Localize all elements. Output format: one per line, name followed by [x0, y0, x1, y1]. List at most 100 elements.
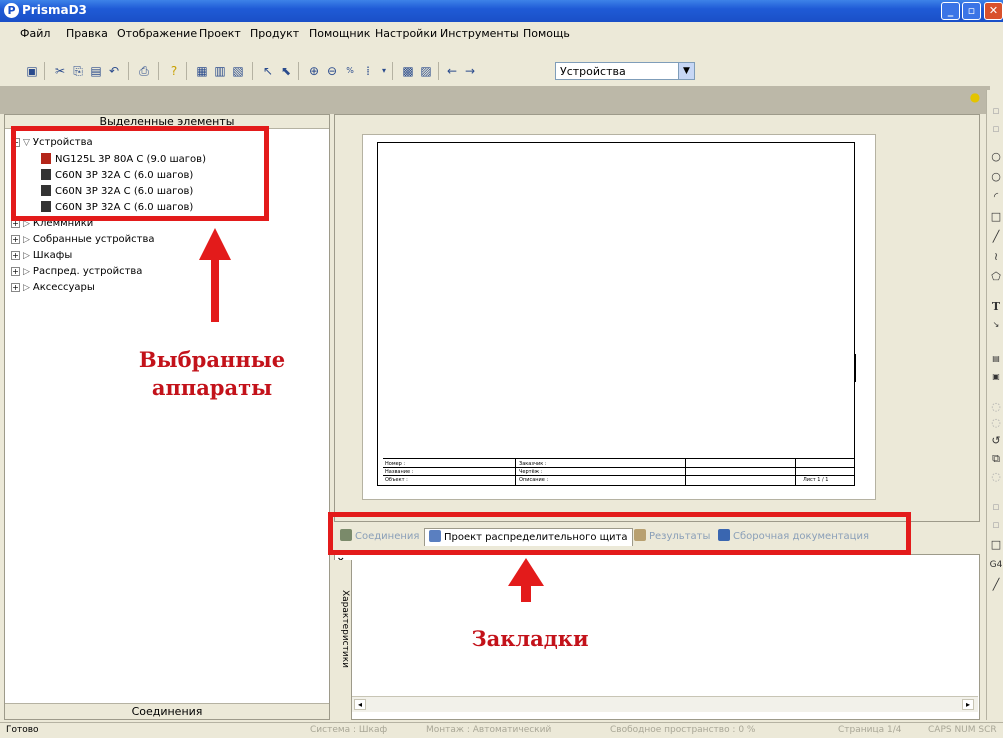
title-block-line [515, 459, 516, 485]
tree-expand-toggle[interactable]: + [11, 267, 20, 276]
title-block-line [685, 459, 686, 485]
app-logo-icon: P [4, 3, 19, 18]
frame-marker [854, 354, 856, 382]
tool-icon[interactable]: ▫ [989, 104, 1003, 118]
polygon-icon[interactable]: ⬠ [989, 270, 1003, 284]
dimension-icon[interactable]: ↘ [989, 318, 1003, 332]
tree-node-distribution-devices[interactable]: ▷ Распред. устройства [23, 266, 142, 277]
title-block-field: Объект : [385, 477, 408, 483]
diagonal-line-icon[interactable]: ╱ [989, 578, 1003, 592]
paste-icon[interactable]: ▤ [88, 63, 104, 79]
panel-icon[interactable]: ▦ [194, 63, 210, 79]
rotate-icon[interactable]: ↺ [989, 434, 1003, 448]
help-icon[interactable]: ? [166, 63, 182, 79]
title-block-field: Номер : [385, 461, 406, 467]
print-icon[interactable]: ⎙ [136, 63, 152, 79]
grid-icon[interactable]: ⁞ [360, 63, 376, 79]
maximize-button[interactable]: ▫ [962, 2, 981, 20]
tree-expand-toggle[interactable]: + [11, 283, 20, 292]
polyline-icon[interactable]: ≀ [989, 250, 1003, 264]
disabled-tool-icon[interactable]: ▫ [989, 518, 1003, 532]
ellipse-icon[interactable]: ○ [989, 150, 1003, 164]
select-icon[interactable]: ⬉ [278, 63, 294, 79]
toolbar-separator [44, 62, 45, 80]
pointer-icon[interactable]: ↖ [260, 63, 276, 79]
tree-node-assembled-devices[interactable]: ▷ Собранные устройства [23, 234, 155, 245]
menu-settings[interactable]: Настройки [375, 27, 437, 40]
title-block-sheet-number: Лист 1 / 1 [803, 477, 829, 483]
zoom-100-icon[interactable]: % [342, 63, 358, 79]
close-button[interactable]: ✕ [984, 2, 1003, 20]
zoom-out-icon[interactable]: ⊖ [324, 63, 340, 79]
view-a-icon[interactable]: ▩ [400, 63, 416, 79]
device-type-select[interactable]: Устройства ▼ [555, 62, 695, 80]
tree-icon[interactable]: ▥ [212, 63, 228, 79]
tree-node-accessories[interactable]: ▷ Аксессуары [23, 282, 95, 293]
tool-icon[interactable]: ▫ [989, 122, 1003, 136]
circle-icon[interactable]: ○ [989, 170, 1003, 184]
tree-expand-toggle[interactable]: + [11, 251, 20, 260]
menu-file[interactable]: Файл [20, 27, 50, 40]
chevron-down-icon[interactable]: ▾ [376, 63, 392, 79]
status-page: Страница 1/4 [838, 725, 902, 735]
horizontal-scrollbar[interactable]: ◂ ▸ [352, 696, 978, 712]
undo-icon[interactable]: ↶ [106, 63, 122, 79]
triangle-right-icon: ▷ [23, 267, 30, 277]
disabled-tool-icon[interactable]: ▫ [989, 500, 1003, 514]
menu-help[interactable]: Помощь [523, 27, 570, 40]
layout-icon[interactable]: ▧ [230, 63, 246, 79]
status-free-space: Свободное пространство : 0 % [610, 725, 756, 735]
connections-panel-tab[interactable]: Соединения [5, 703, 329, 719]
zoom-in-icon[interactable]: ⊕ [306, 63, 322, 79]
menu-project[interactable]: Проект [199, 27, 241, 40]
status-keys: CAPS NUM SCR [928, 725, 997, 735]
window-title: PrismaD3 [22, 3, 87, 17]
status-system: Система : Шкаф [310, 725, 388, 735]
scroll-right-icon[interactable]: ▸ [962, 699, 974, 710]
menu-tools[interactable]: Инструменты [440, 27, 519, 40]
annotation-line: аппараты [151, 375, 273, 400]
disabled-tool-icon[interactable]: ◌ [989, 470, 1003, 484]
menu-product[interactable]: Продукт [250, 27, 299, 40]
rectangle-icon[interactable]: □ [989, 210, 1003, 224]
menu-assistant[interactable]: Помощник [309, 27, 370, 40]
g4-tool-icon[interactable]: G4 [989, 558, 1003, 572]
tree-node-cabinets[interactable]: ▷ Шкафы [23, 250, 72, 261]
frame-icon[interactable]: ▣ [989, 370, 1003, 384]
arc-icon[interactable]: ◜ [989, 190, 1003, 204]
text-tool-icon[interactable]: T [989, 300, 1003, 314]
view-b-icon[interactable]: ▨ [418, 63, 434, 79]
tree-node-label: Собранные устройства [32, 234, 155, 245]
device-type-select-value: Устройства [560, 65, 626, 78]
triangle-right-icon: ▷ [23, 235, 30, 245]
table-icon[interactable]: ▤ [989, 352, 1003, 366]
scroll-left-icon[interactable]: ◂ [354, 699, 366, 710]
toolbar: ▣ ✂ ⎘ ▤ ↶ ⎙ ? ▦ ▥ ▧ ↖ ⬉ ⊕ ⊖ % ⁞ ▾ ▩ ▨ ← … [0, 44, 1003, 84]
arrow-right-icon[interactable]: → [462, 63, 478, 79]
save-icon[interactable]: ▣ [24, 63, 40, 79]
title-block: Номер : Название : Объект : Заказчик : Ч… [383, 458, 855, 485]
tree-node-label: Распред. устройства [32, 266, 143, 277]
title-block-field: Название : [385, 469, 414, 475]
toolbar-separator [298, 62, 299, 80]
cut-icon[interactable]: ✂ [52, 63, 68, 79]
tree-node-label: Аксессуары [32, 282, 95, 293]
tabs-annotation: Закладки [471, 626, 589, 651]
copy-shape-icon[interactable]: ⧉ [989, 452, 1003, 466]
disabled-tool-icon[interactable]: ◌ [989, 416, 1003, 430]
line-icon[interactable]: ╱ [989, 230, 1003, 244]
arrow-left-icon[interactable]: ← [444, 63, 460, 79]
minimize-button[interactable]: _ [941, 2, 960, 20]
status-mounting: Монтаж : Автоматический [426, 725, 552, 735]
properties-side-tab[interactable]: Характеристики [334, 560, 352, 720]
disabled-tool-icon[interactable]: ◌ [989, 400, 1003, 414]
tree-expand-toggle[interactable]: + [11, 235, 20, 244]
lightbulb-icon[interactable]: ● [968, 90, 982, 104]
chevron-down-icon[interactable]: ▼ [678, 63, 694, 79]
tabs-highlight [328, 512, 911, 555]
square-tool-icon[interactable]: □ [989, 538, 1003, 552]
menu-view[interactable]: Отображение [117, 27, 197, 40]
copy-icon[interactable]: ⎘ [70, 63, 86, 79]
menu-edit[interactable]: Правка [66, 27, 108, 40]
arrow-up-icon [199, 228, 231, 322]
